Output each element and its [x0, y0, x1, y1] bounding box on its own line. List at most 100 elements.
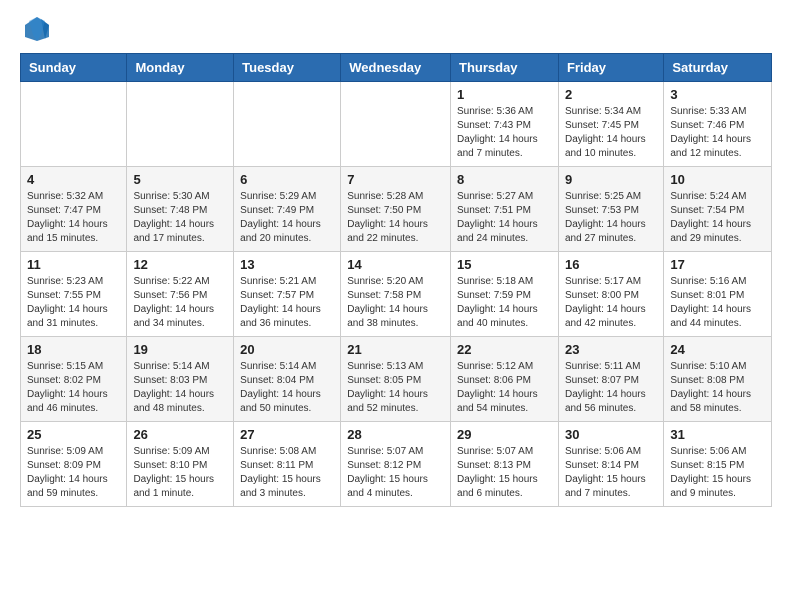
day-cell-18: 18 Sunrise: 5:15 AM Sunset: 8:02 PM Dayli…: [21, 337, 127, 422]
day-info: Sunrise: 5:13 AM Sunset: 8:05 PM Dayligh…: [347, 360, 444, 416]
header: [20, 15, 772, 43]
day-info: Sunrise: 5:33 AM Sunset: 7:46 PM Dayligh…: [670, 105, 765, 161]
day-info: Sunrise: 5:06 AM Sunset: 8:14 PM Dayligh…: [565, 445, 657, 501]
day-header-tuesday: Tuesday: [234, 54, 341, 82]
day-number: 20: [240, 342, 334, 357]
day-number: 4: [27, 172, 120, 187]
day-cell-9: 9Sunrise: 5:25 AM Sunset: 7:53 PM Daylig…: [558, 167, 663, 252]
day-cell-26: 26 Sunrise: 5:09 AM Sunset: 8:10 PM Dayli…: [127, 422, 234, 507]
day-info: Sunrise: 5:22 AM Sunset: 7:56 PM Dayligh…: [133, 275, 227, 331]
day-cell-28: 28 Sunrise: 5:07 AM Sunset: 8:12 PM Dayli…: [341, 422, 451, 507]
day-number: 18: [27, 342, 120, 357]
day-info: Sunrise: 5:18 AM Sunset: 7:59 PM Dayligh…: [457, 275, 552, 331]
day-info: Sunrise: 5:20 AM Sunset: 7:58 PM Dayligh…: [347, 275, 444, 331]
day-number: 2: [565, 87, 657, 102]
day-info: Sunrise: 5:15 AM Sunset: 8:02 PM Dayligh…: [27, 360, 120, 416]
header-row: SundayMondayTuesdayWednesdayThursdayFrid…: [21, 54, 772, 82]
day-number: 22: [457, 342, 552, 357]
day-info: Sunrise: 5:09 AM Sunset: 8:09 PM Dayligh…: [27, 445, 120, 501]
day-cell-5: 5 Sunrise: 5:30 AM Sunset: 7:48 PM Daylig…: [127, 167, 234, 252]
day-info: Sunrise: 5:27 AM Sunset: 7:51 PM Dayligh…: [457, 190, 552, 246]
week-row-2: 4 Sunrise: 5:32 AM Sunset: 7:47 PM Daylig…: [21, 167, 772, 252]
week-row-1: 1 Sunrise: 5:36 AM Sunset: 7:43 PM Daylig…: [21, 82, 772, 167]
day-cell-1: 1 Sunrise: 5:36 AM Sunset: 7:43 PM Daylig…: [451, 82, 559, 167]
day-info: Sunrise: 5:09 AM Sunset: 8:10 PM Dayligh…: [133, 445, 227, 501]
day-cell-27: 27 Sunrise: 5:08 AM Sunset: 8:11 PM Dayli…: [234, 422, 341, 507]
day-number: 26: [133, 427, 227, 442]
day-cell-11: 11 Sunrise: 5:23 AM Sunset: 7:55 PM Dayli…: [21, 252, 127, 337]
day-cell-31: 31 Sunrise: 5:06 AM Sunset: 8:15 PM Dayli…: [664, 422, 772, 507]
day-cell-13: 13Sunrise: 5:21 AM Sunset: 7:57 PM Dayli…: [234, 252, 341, 337]
day-number: 9: [565, 172, 657, 187]
day-info: Sunrise: 5:10 AM Sunset: 8:08 PM Dayligh…: [670, 360, 765, 416]
calendar-table: SundayMondayTuesdayWednesdayThursdayFrid…: [20, 53, 772, 507]
day-number: 31: [670, 427, 765, 442]
week-row-4: 18 Sunrise: 5:15 AM Sunset: 8:02 PM Dayli…: [21, 337, 772, 422]
day-cell-19: 19 Sunrise: 5:14 AM Sunset: 8:03 PM Dayli…: [127, 337, 234, 422]
day-cell-10: 10Sunrise: 5:24 AM Sunset: 7:54 PM Dayli…: [664, 167, 772, 252]
day-header-friday: Friday: [558, 54, 663, 82]
day-cell-30: 30Sunrise: 5:06 AM Sunset: 8:14 PM Dayli…: [558, 422, 663, 507]
day-number: 1: [457, 87, 552, 102]
day-header-wednesday: Wednesday: [341, 54, 451, 82]
day-number: 14: [347, 257, 444, 272]
day-cell-3: 3 Sunrise: 5:33 AM Sunset: 7:46 PM Daylig…: [664, 82, 772, 167]
empty-cell: [21, 82, 127, 167]
day-info: Sunrise: 5:36 AM Sunset: 7:43 PM Dayligh…: [457, 105, 552, 161]
day-number: 8: [457, 172, 552, 187]
day-info: Sunrise: 5:23 AM Sunset: 7:55 PM Dayligh…: [27, 275, 120, 331]
day-info: Sunrise: 5:12 AM Sunset: 8:06 PM Dayligh…: [457, 360, 552, 416]
day-number: 21: [347, 342, 444, 357]
day-cell-15: 15Sunrise: 5:18 AM Sunset: 7:59 PM Dayli…: [451, 252, 559, 337]
day-number: 17: [670, 257, 765, 272]
day-cell-29: 29 Sunrise: 5:07 AM Sunset: 8:13 PM Dayli…: [451, 422, 559, 507]
day-header-thursday: Thursday: [451, 54, 559, 82]
day-info: Sunrise: 5:30 AM Sunset: 7:48 PM Dayligh…: [133, 190, 227, 246]
day-cell-23: 23 Sunrise: 5:11 AM Sunset: 8:07 PM Dayli…: [558, 337, 663, 422]
day-number: 29: [457, 427, 552, 442]
day-info: Sunrise: 5:34 AM Sunset: 7:45 PM Dayligh…: [565, 105, 657, 161]
day-number: 6: [240, 172, 334, 187]
week-row-5: 25Sunrise: 5:09 AM Sunset: 8:09 PM Dayli…: [21, 422, 772, 507]
day-number: 13: [240, 257, 334, 272]
day-cell-4: 4 Sunrise: 5:32 AM Sunset: 7:47 PM Daylig…: [21, 167, 127, 252]
page: SundayMondayTuesdayWednesdayThursdayFrid…: [0, 0, 792, 612]
day-info: Sunrise: 5:08 AM Sunset: 8:11 PM Dayligh…: [240, 445, 334, 501]
day-number: 28: [347, 427, 444, 442]
day-info: Sunrise: 5:28 AM Sunset: 7:50 PM Dayligh…: [347, 190, 444, 246]
day-cell-17: 17 Sunrise: 5:16 AM Sunset: 8:01 PM Dayli…: [664, 252, 772, 337]
day-cell-20: 20Sunrise: 5:14 AM Sunset: 8:04 PM Dayli…: [234, 337, 341, 422]
day-number: 5: [133, 172, 227, 187]
day-number: 27: [240, 427, 334, 442]
day-number: 16: [565, 257, 657, 272]
day-info: Sunrise: 5:29 AM Sunset: 7:49 PM Dayligh…: [240, 190, 334, 246]
day-header-sunday: Sunday: [21, 54, 127, 82]
day-cell-25: 25Sunrise: 5:09 AM Sunset: 8:09 PM Dayli…: [21, 422, 127, 507]
day-info: Sunrise: 5:07 AM Sunset: 8:12 PM Dayligh…: [347, 445, 444, 501]
day-info: Sunrise: 5:06 AM Sunset: 8:15 PM Dayligh…: [670, 445, 765, 501]
day-cell-2: 2 Sunrise: 5:34 AM Sunset: 7:45 PM Daylig…: [558, 82, 663, 167]
day-number: 19: [133, 342, 227, 357]
day-info: Sunrise: 5:07 AM Sunset: 8:13 PM Dayligh…: [457, 445, 552, 501]
empty-cell: [127, 82, 234, 167]
day-number: 11: [27, 257, 120, 272]
day-header-saturday: Saturday: [664, 54, 772, 82]
week-row-3: 11 Sunrise: 5:23 AM Sunset: 7:55 PM Dayli…: [21, 252, 772, 337]
day-cell-7: 7Sunrise: 5:28 AM Sunset: 7:50 PM Daylig…: [341, 167, 451, 252]
day-header-monday: Monday: [127, 54, 234, 82]
day-cell-6: 6 Sunrise: 5:29 AM Sunset: 7:49 PM Daylig…: [234, 167, 341, 252]
day-info: Sunrise: 5:32 AM Sunset: 7:47 PM Dayligh…: [27, 190, 120, 246]
empty-cell: [234, 82, 341, 167]
day-info: Sunrise: 5:17 AM Sunset: 8:00 PM Dayligh…: [565, 275, 657, 331]
day-number: 23: [565, 342, 657, 357]
day-info: Sunrise: 5:11 AM Sunset: 8:07 PM Dayligh…: [565, 360, 657, 416]
day-cell-8: 8 Sunrise: 5:27 AM Sunset: 7:51 PM Daylig…: [451, 167, 559, 252]
day-cell-16: 16 Sunrise: 5:17 AM Sunset: 8:00 PM Dayli…: [558, 252, 663, 337]
day-info: Sunrise: 5:14 AM Sunset: 8:03 PM Dayligh…: [133, 360, 227, 416]
day-cell-22: 22 Sunrise: 5:12 AM Sunset: 8:06 PM Dayli…: [451, 337, 559, 422]
day-info: Sunrise: 5:16 AM Sunset: 8:01 PM Dayligh…: [670, 275, 765, 331]
day-cell-12: 12Sunrise: 5:22 AM Sunset: 7:56 PM Dayli…: [127, 252, 234, 337]
day-cell-21: 21 Sunrise: 5:13 AM Sunset: 8:05 PM Dayli…: [341, 337, 451, 422]
day-cell-24: 24Sunrise: 5:10 AM Sunset: 8:08 PM Dayli…: [664, 337, 772, 422]
day-number: 3: [670, 87, 765, 102]
